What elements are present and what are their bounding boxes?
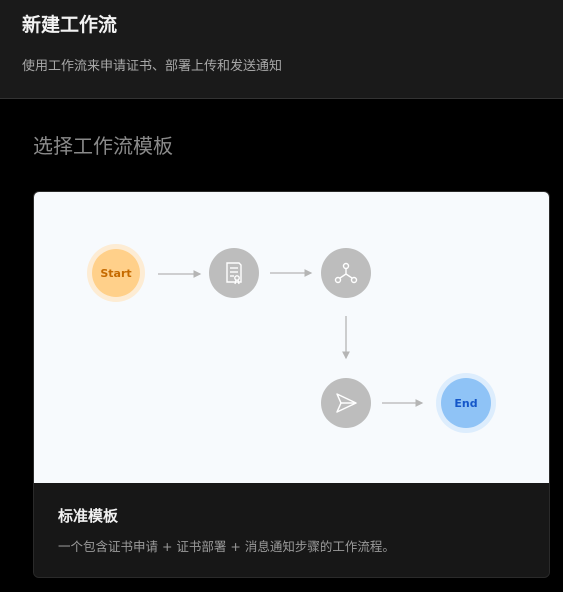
template-description: 一个包含证书申请 + 证书部署 + 消息通知步骤的工作流程。 [58,539,395,554]
section-title: 选择工作流模板 [33,134,173,158]
template-card-footer: 标准模板 一个包含证书申请 + 证书部署 + 消息通知步骤的工作流程。 [34,483,549,577]
template-card-standard[interactable]: Start End 标准模板 一个包含证书申请 + 证书部署 + 消息通知步骤的… [33,191,550,578]
page-subtitle: 使用工作流来申请证书、部署上传和发送通知 [22,59,283,74]
notify-node [321,378,371,428]
workflow-diagram: Start End [87,244,496,433]
workflow-preview: Start End [34,192,549,483]
certificate-apply-node [209,248,259,298]
start-label: Start [100,267,131,280]
deploy-node [321,248,371,298]
start-node: Start [87,244,145,302]
page-header: 新建工作流 使用工作流来申请证书、部署上传和发送通知 [0,0,563,99]
template-name: 标准模板 [58,507,119,525]
page-title: 新建工作流 [22,14,118,36]
end-node: End [436,373,496,433]
end-label: End [454,397,477,410]
